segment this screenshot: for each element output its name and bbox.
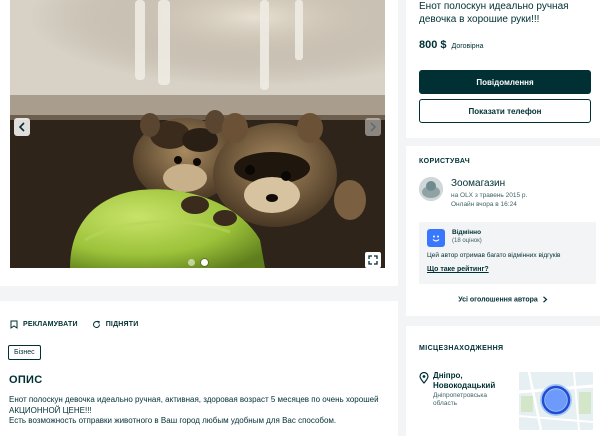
fullscreen-button[interactable]	[365, 252, 381, 268]
gallery-dot[interactable]	[187, 258, 195, 266]
smiley-face-icon	[432, 235, 440, 242]
seller-section-label: КОРИСТУВАЧ	[419, 158, 471, 165]
location-region: Дніпропетровська область	[433, 392, 519, 408]
rating-info-link[interactable]: Що таке рейтинг?	[427, 266, 489, 273]
next-image-button[interactable]	[365, 118, 381, 136]
location-city: Дніпро, Новокодацький	[433, 371, 519, 390]
bookmark-icon	[10, 320, 18, 329]
description-line: Енот полоскун девочка идеально ручная, а…	[9, 395, 379, 404]
previous-image-button[interactable]	[14, 118, 30, 136]
business-badge: Бізнес	[8, 345, 41, 360]
all-seller-ads-link[interactable]: Усі оголошення автора	[406, 296, 600, 303]
price-value: 800 $	[419, 39, 447, 51]
refresh-icon	[92, 320, 100, 328]
seller-since: на OLX з травень 2015 р.	[451, 192, 528, 199]
chevron-right-icon	[542, 296, 548, 303]
show-phone-button[interactable]: Показати телефон	[419, 99, 591, 123]
price-card: Енот полоскун идеально ручная девочка в …	[406, 0, 600, 138]
listing-title: Енот полоскун идеально ручная девочка в …	[419, 1, 569, 25]
location-map[interactable]	[519, 372, 593, 430]
rating-label: Відмінно	[452, 229, 482, 236]
district-line: Новокодацький	[433, 380, 496, 390]
avatar[interactable]	[419, 177, 443, 201]
expand-icon	[368, 255, 378, 265]
gallery-pagination	[10, 258, 385, 266]
smiley-icon	[427, 229, 445, 247]
location-section-label: МІСЦЕЗНАХОДЖЕННЯ	[419, 345, 504, 352]
chevron-right-icon	[370, 122, 376, 132]
gallery-dot-active[interactable]	[200, 258, 208, 266]
region-line: Дніпропетровська	[433, 392, 487, 399]
description-text: Енот полоскун девочка идеально ручная, а…	[9, 395, 389, 427]
region-line: область	[433, 400, 458, 407]
map-image	[519, 372, 593, 430]
image-gallery	[0, 0, 398, 286]
promote-label: РЕКЛАМУВАТИ	[23, 321, 78, 328]
location-pin-icon	[419, 372, 429, 384]
promo-actions: РЕКЛАМУВАТИ ПІДНЯТИ	[10, 320, 138, 329]
rating-box: Відмінно (18 оцінок) Цей автор отримав б…	[419, 222, 596, 284]
city-line: Дніпро,	[433, 371, 463, 380]
listing-photo[interactable]	[10, 0, 385, 268]
user-avatar-icon	[419, 177, 443, 201]
negotiable-label: Договірна	[451, 43, 484, 50]
description-heading: ОПИС	[9, 374, 43, 386]
price-row: 800 $ Договірна	[419, 39, 483, 51]
chevron-left-icon	[18, 122, 25, 132]
location-card: МІСЦЕЗНАХОДЖЕННЯ Дніпро, Новокодацький Д…	[406, 326, 600, 436]
seller-name[interactable]: Зоомагазин	[451, 178, 505, 189]
rating-count: (18 оцінок)	[452, 238, 482, 244]
raccoon-photo-image	[10, 0, 385, 268]
seller-online-status: Онлайн вчора в 16:24	[451, 201, 517, 208]
description-line: Есть возможность отправки животного в Ва…	[9, 416, 337, 425]
rating-description: Цей автор отримав багато відмінних відгу…	[427, 252, 561, 259]
description-line: АКЦИОННОЙ ЦЕНЕ!!!	[9, 405, 92, 415]
promote-button[interactable]: РЕКЛАМУВАТИ	[10, 320, 78, 329]
all-ads-label: Усі оголошення автора	[458, 296, 538, 304]
raise-button[interactable]: ПІДНЯТИ	[92, 320, 139, 329]
message-button[interactable]: Повідомлення	[419, 70, 591, 94]
seller-card: КОРИСТУВАЧ Зоомагазин на OLX з травень 2…	[406, 146, 600, 316]
description-card: РЕКЛАМУВАТИ ПІДНЯТИ Бізнес ОПИС Енот пол…	[0, 301, 398, 436]
raise-label: ПІДНЯТИ	[105, 321, 139, 328]
